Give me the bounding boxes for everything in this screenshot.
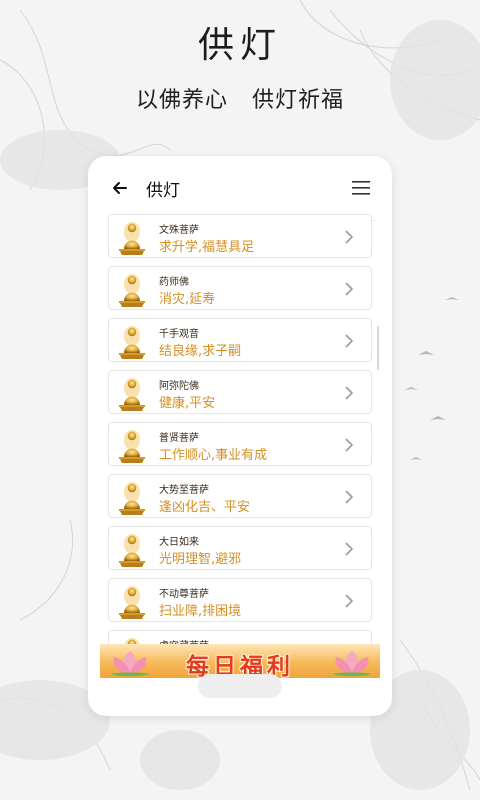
list-item[interactable]: 大日如来 光明理智,避邪 bbox=[108, 526, 372, 570]
deity-list[interactable]: 文殊菩萨 求升学,福慧具足 药师佛 消灾,延寿 千手观音 结良缘,求子嗣 阿弥陀… bbox=[108, 214, 372, 654]
list-item[interactable]: 文殊菩萨 求升学,福慧具足 bbox=[108, 214, 372, 258]
deity-blessing: 光明理智,避邪 bbox=[159, 552, 242, 567]
list-item[interactable]: 普贤菩萨 工作顺心,事业有成 bbox=[108, 422, 372, 466]
buddha-statue-icon bbox=[119, 274, 145, 307]
promo-tagline-right: 供灯祈福 bbox=[252, 88, 345, 113]
chevron-right-icon bbox=[345, 230, 354, 244]
promo-screen: 供灯 以佛养心 供灯祈福 供灯 文殊菩萨 求升学,福慧具足 药师佛 消灾,延寿 … bbox=[0, 0, 480, 800]
deity-blessing: 扫业障,排困境 bbox=[159, 604, 242, 619]
chevron-right-icon bbox=[345, 282, 354, 296]
buddha-statue-icon bbox=[119, 430, 145, 463]
deity-blessing: 求升学,福慧具足 bbox=[159, 240, 255, 255]
list-item[interactable]: 药师佛 消灾,延寿 bbox=[108, 266, 372, 310]
deity-blessing: 消灾,延寿 bbox=[159, 292, 216, 307]
buddha-statue-icon bbox=[119, 222, 145, 255]
chevron-right-icon bbox=[345, 334, 354, 348]
buddha-statue-icon bbox=[119, 482, 145, 515]
app-header: 供灯 bbox=[88, 170, 392, 221]
chevron-right-icon bbox=[345, 594, 354, 608]
home-indicator[interactable] bbox=[198, 674, 282, 698]
chevron-right-icon bbox=[345, 490, 354, 504]
deity-name: 大势至菩萨 bbox=[159, 485, 209, 496]
deity-name: 不动尊菩萨 bbox=[159, 589, 209, 600]
list-item[interactable]: 阿弥陀佛 健康,平安 bbox=[108, 370, 372, 414]
buddha-statue-icon bbox=[119, 378, 145, 411]
list-item[interactable]: 千手观音 结良缘,求子嗣 bbox=[108, 318, 372, 362]
chevron-right-icon bbox=[345, 438, 354, 452]
deity-name: 普贤菩萨 bbox=[159, 433, 199, 444]
lotus-icon bbox=[332, 651, 372, 677]
daily-bonus-banner[interactable]: 每日福利 bbox=[100, 644, 380, 678]
buddha-statue-icon bbox=[119, 326, 145, 359]
list-item[interactable]: 不动尊菩萨 扫业障,排困境 bbox=[108, 578, 372, 622]
deity-blessing: 健康,平安 bbox=[159, 396, 216, 411]
deity-name: 文殊菩萨 bbox=[159, 225, 199, 236]
phone-mockup: 供灯 文殊菩萨 求升学,福慧具足 药师佛 消灾,延寿 千手观音 结良缘,求子嗣 … bbox=[88, 156, 392, 716]
deity-name: 千手观音 bbox=[159, 329, 199, 340]
chevron-right-icon bbox=[345, 386, 354, 400]
chevron-right-icon bbox=[345, 542, 354, 556]
promo-tagline-left: 以佛养心 bbox=[135, 88, 228, 113]
back-arrow-icon[interactable] bbox=[110, 178, 130, 198]
deity-name: 阿弥陀佛 bbox=[159, 381, 199, 392]
promo-title: 供灯 bbox=[197, 25, 282, 66]
deity-blessing: 逢凶化吉、平安 bbox=[159, 500, 251, 515]
deity-blessing: 结良缘,求子嗣 bbox=[159, 344, 242, 359]
buddha-statue-icon bbox=[119, 586, 145, 619]
promo-tagline: 以佛养心 供灯祈福 bbox=[0, 82, 480, 114]
scrollbar[interactable] bbox=[377, 326, 379, 370]
buddha-statue-icon bbox=[119, 534, 145, 567]
menu-icon[interactable] bbox=[350, 179, 372, 197]
deity-name: 药师佛 bbox=[159, 277, 189, 288]
deity-name: 大日如来 bbox=[159, 537, 199, 548]
deity-blessing: 工作顺心,事业有成 bbox=[159, 448, 268, 463]
list-item[interactable]: 大势至菩萨 逢凶化吉、平安 bbox=[108, 474, 372, 518]
page-title: 供灯 bbox=[146, 181, 180, 201]
